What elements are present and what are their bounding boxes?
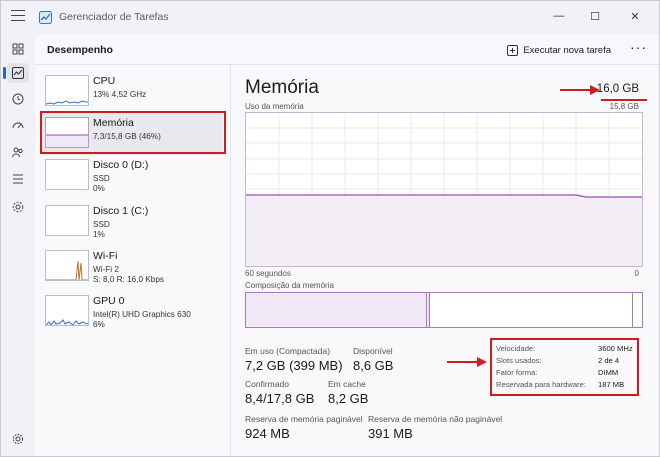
nav-rail	[1, 35, 35, 456]
perf-item-detail: S: 8,0 R: 16,0 Kbps	[93, 275, 165, 284]
composition-modified[interactable]	[428, 293, 430, 327]
maximize-button[interactable]: ☐	[577, 5, 613, 27]
spec-row-speed: Velocidade: 3600 MHz	[496, 344, 636, 355]
perf-item-detail: Intel(R) UHD Graphics 630	[93, 310, 191, 319]
spec-row-form-factor: Fator forma: DIMM	[496, 368, 636, 379]
memory-usage-label: Uso da memória	[245, 102, 304, 111]
perf-item-gpu[interactable]: GPU 0 Intel(R) UHD Graphics 630 6%	[41, 291, 223, 333]
details-icon[interactable]	[7, 169, 29, 189]
perf-item-wifi[interactable]: Wi-Fi Wi-Fi 2 S: 8,0 R: 16,0 Kbps	[41, 246, 223, 288]
task-manager-window: Gerenciador de Tarefas — ☐ ✕ Desempenho …	[0, 0, 660, 457]
perf-item-detail: 13% 4,52 GHz	[93, 90, 147, 99]
stat-label: Reserva de memória não paginável	[368, 414, 503, 424]
stat-committed: Confirmado 8,4/17,8 GB	[245, 379, 314, 406]
memory-total: 16,0 GB	[596, 83, 639, 95]
stat-value: 8,2 GB	[328, 391, 369, 406]
run-new-task-button[interactable]: Executar nova tarefa	[507, 41, 611, 59]
composition-free[interactable]	[634, 293, 642, 327]
perf-item-detail: Wi-Fi 2	[93, 265, 119, 274]
window-title: Gerenciador de Tarefas	[59, 11, 169, 23]
stat-value: 391 MB	[368, 426, 413, 441]
perf-item-detail: 0%	[93, 184, 105, 193]
task-manager-app-icon	[39, 11, 52, 24]
spec-key: Velocidade:	[496, 344, 536, 353]
memory-composition-bar	[245, 292, 643, 328]
wifi-thumbnail-graph	[45, 250, 89, 281]
run-task-icon	[507, 44, 519, 56]
spec-key: Slots usados:	[496, 356, 542, 365]
services-icon[interactable]	[7, 197, 29, 217]
spec-value: 187 MB	[598, 380, 625, 389]
annotation-arrow-icon	[560, 85, 600, 95]
more-options-button[interactable]: ···	[630, 40, 647, 54]
spec-value: 3600 MHz	[598, 344, 633, 353]
title-bar: Gerenciador de Tarefas — ☐ ✕	[1, 1, 659, 35]
cpu-thumbnail-graph	[45, 75, 89, 106]
disk1-thumbnail-graph	[45, 205, 89, 236]
stat-label: Disponível	[353, 346, 393, 356]
performance-icon[interactable]	[3, 63, 29, 83]
page-header: Desempenho Executar nova tarefa ···	[35, 35, 659, 65]
memory-usage-graph-svg	[246, 113, 642, 266]
stat-value: 924 MB	[245, 426, 290, 441]
history-icon[interactable]	[7, 89, 29, 109]
stat-paged-pool: Reserva de memória paginável 924 MB	[245, 414, 363, 441]
settings-icon[interactable]	[7, 429, 29, 449]
stat-in-use: Em uso (Compactada) 7,2 GB (399 MB)	[245, 346, 343, 373]
perf-item-name: CPU	[93, 75, 116, 87]
spec-key: Reservada para hardware:	[496, 380, 586, 389]
stat-available: Disponível 8,6 GB	[353, 346, 393, 373]
memory-title: Memória	[245, 77, 319, 98]
annotation-box-memory-item	[40, 111, 226, 154]
perf-item-cpu[interactable]: CPU 13% 4,52 GHz	[41, 71, 223, 113]
perf-item-detail: 1%	[93, 230, 105, 239]
minimize-button[interactable]: —	[541, 5, 577, 27]
stat-value: 8,4/17,8 GB	[245, 391, 315, 406]
annotation-arrow-icon	[447, 357, 487, 367]
perf-item-name: Disco 0 (D:)	[93, 159, 149, 171]
memory-specs-box: Velocidade: 3600 MHz Slots usados: 2 de …	[490, 338, 639, 396]
annotation-underline-total	[601, 99, 647, 101]
composition-standby[interactable]	[431, 293, 633, 327]
stat-label: Em cache	[328, 379, 366, 389]
spec-row-slots: Slots usados: 2 de 4	[496, 356, 636, 367]
memory-detail-pane: Memória 16,0 GB Uso da memória 15,8 GB 6…	[231, 65, 659, 456]
spec-value: DIMM	[598, 368, 619, 377]
graph-time-axis-end: 0	[634, 269, 639, 278]
stat-value: 8,6 GB	[353, 358, 394, 373]
stat-value: 7,2 GB (399 MB)	[245, 358, 343, 373]
gpu-thumbnail-graph	[45, 295, 89, 326]
processes-icon[interactable]	[7, 39, 29, 59]
page-title: Desempenho	[47, 44, 113, 56]
stat-nonpaged-pool: Reserva de memória não paginável 391 MB	[368, 414, 502, 441]
perf-item-disk-1[interactable]: Disco 1 (C:) SSD 1%	[41, 201, 223, 243]
perf-item-detail: SSD	[93, 220, 110, 229]
composition-in-use[interactable]	[246, 293, 427, 327]
perf-item-name: Wi-Fi	[93, 250, 118, 262]
stat-label: Em uso (Compactada)	[245, 346, 331, 356]
spec-value: 2 de 4	[598, 356, 620, 365]
spec-key: Fator forma:	[496, 368, 538, 377]
stat-cached: Em cache 8,2 GB	[328, 379, 368, 406]
memory-composition-label: Composição da memória	[245, 281, 334, 290]
graph-time-axis-start: 60 segundos	[245, 269, 291, 278]
startup-icon[interactable]	[7, 115, 29, 135]
disk0-thumbnail-graph	[45, 159, 89, 190]
perf-item-name: Disco 1 (C:)	[93, 205, 149, 217]
perf-item-detail: SSD	[93, 174, 110, 183]
perf-item-name: GPU 0	[93, 295, 125, 307]
run-new-task-label: Executar nova tarefa	[523, 44, 611, 56]
memory-usage-area	[246, 195, 642, 266]
memory-usage-graph	[245, 112, 643, 267]
perf-item-detail: 6%	[93, 320, 105, 329]
perf-item-disk-0[interactable]: Disco 0 (D:) SSD 0%	[41, 155, 223, 197]
stat-label: Reserva de memória paginável	[245, 414, 363, 424]
memory-usage-max: 15,8 GB	[609, 102, 639, 111]
users-icon[interactable]	[7, 142, 29, 162]
stat-label: Confirmado	[245, 379, 289, 389]
spec-row-hardware-reserved: Reservada para hardware: 187 MB	[496, 380, 636, 391]
hamburger-menu-icon[interactable]	[11, 10, 25, 24]
close-button[interactable]: ✕	[617, 5, 653, 27]
